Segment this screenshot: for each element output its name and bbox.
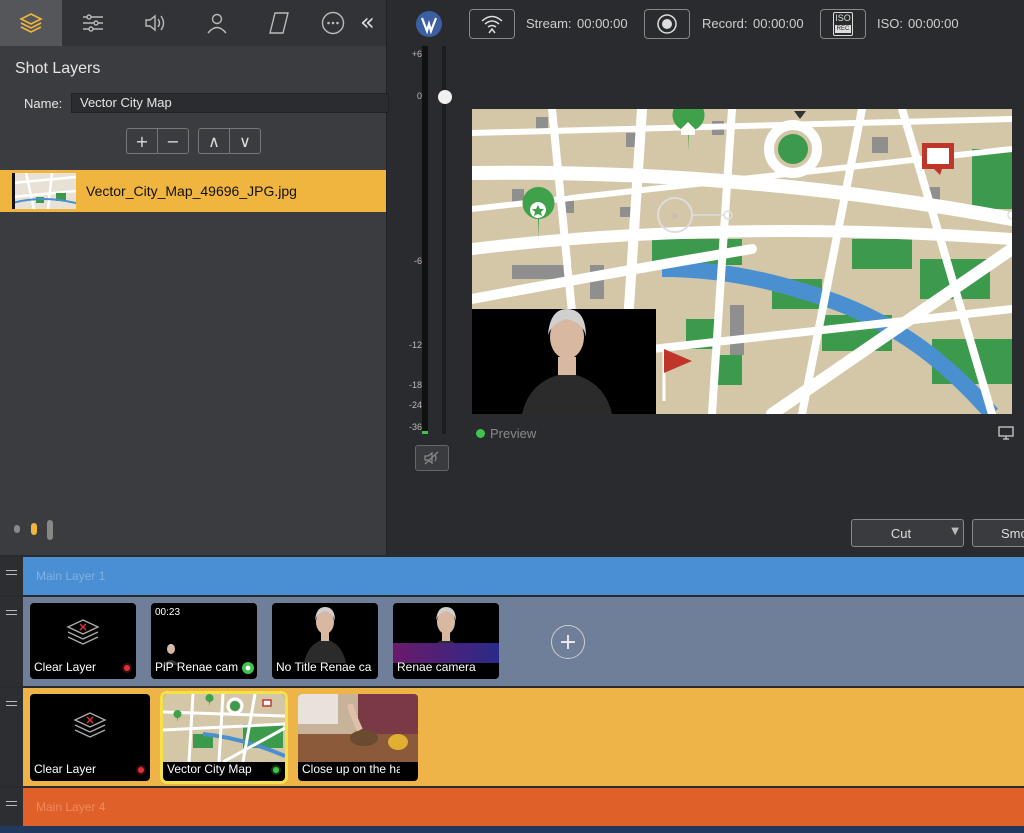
iso-label: ISO: [877,16,904,31]
iso-rec-icon: ISO REC [833,12,853,36]
record-label: Record: [702,16,748,31]
clear-layer-icon [66,619,100,645]
audio-level-meter [422,46,428,434]
cut-label: Cut [890,526,912,541]
reorder-group: ∧ ∨ [198,128,261,154]
shot-card-caption: Clear Layer [34,660,97,674]
dropdown-arrow-icon[interactable]: ▼ [951,526,959,537]
meter-tick: -18 [408,380,422,390]
page-dot[interactable] [14,525,20,533]
shot-card-caption: Close up on the har [302,762,400,776]
add-shot-button[interactable]: + [551,625,585,659]
speaker-icon[interactable] [124,0,186,46]
stream-timer: 00:00:00 [577,16,628,31]
page-dot-active[interactable] [31,523,37,535]
add-remove-group: + − [126,128,189,154]
cooking-thumbnail [298,694,418,762]
iso-record-button[interactable]: ISO REC [820,9,866,39]
stream-button[interactable] [469,9,515,39]
shot-card-caption: No Title Renae ca [276,660,372,674]
iso-badge-bottom: REC [835,25,851,33]
cut-transition-button[interactable]: Cut ▼ [851,519,964,547]
drag-handle-icon[interactable] [0,688,23,786]
move-down-button[interactable]: ∨ [229,129,260,153]
preview-canvas[interactable]: × [472,109,1012,414]
layer-3-band [0,688,1024,786]
person-icon[interactable] [186,0,248,46]
shot-layers-icon[interactable] [0,0,62,46]
volume-fader-knob[interactable] [438,90,452,104]
shot-card-caption: PiP Renae cam [155,660,239,674]
volume-fader-track[interactable] [442,46,446,434]
shot-card-caption: Clear Layer [34,762,97,776]
layer-title: Main Layer 4 [36,800,106,814]
smooth-transition-button[interactable]: Smo [972,519,1024,547]
drag-handle-icon[interactable] [0,597,23,686]
monitor-icon[interactable] [998,426,1014,445]
preview-live-dot [476,429,485,438]
shot-duration: 00:23 [155,607,181,618]
record-button[interactable] [644,9,690,39]
svg-text:×: × [671,211,679,222]
shot-layers-panel: « Shot Layers Name: Vector City Map + − … [0,0,389,555]
add-layer-button[interactable]: + [127,129,157,153]
broadcast-icon [481,15,503,34]
shot-card-clear-layer[interactable]: Clear Layer [30,694,150,781]
mute-button[interactable] [415,445,449,471]
layer-title: Main Layer 1 [36,569,106,583]
name-field[interactable]: Vector City Map [71,93,389,113]
pip-camera-overlay [472,309,656,414]
shot-card-caption: Renae camera [397,660,476,674]
more-icon[interactable] [302,0,364,46]
main-layer-4-band[interactable]: Main Layer 4 [0,788,1024,826]
speaker-muted-icon [424,451,439,465]
name-label: Name: [24,96,63,111]
layer-thumbnail [12,173,76,209]
top-toolbar: Stream: 00:00:00 Record: 00:00:00 ISO RE… [387,0,1024,46]
record-timer: 00:00:00 [753,16,804,31]
city-map-image: × [472,109,1012,414]
gear-icon[interactable] [241,661,255,675]
record-icon [657,14,677,34]
parallelogram-icon[interactable] [248,0,310,46]
layer-5-band [0,826,1024,833]
status-dot [124,665,130,671]
drag-handle-icon[interactable] [0,557,23,595]
shot-card-pip-renae[interactable]: 00:23 PiP Renae cam [151,603,257,679]
panel-title: Shot Layers [15,60,101,77]
remove-layer-button[interactable]: − [157,129,188,153]
layer-file-name: Vector_City_Map_49696_JPG.jpg [86,183,297,199]
move-up-button[interactable]: ∧ [199,129,229,153]
renae-thumbnail [304,607,346,663]
sliders-icon[interactable] [62,0,124,46]
smooth-label: Smo [1001,526,1024,541]
shot-layer-item[interactable]: Vector_City_Map_49696_JPG.jpg [0,170,386,212]
city-map-thumbnail [163,694,285,762]
audio-meter-scale: +6 0 -6 -12 -18 -24 -36 [398,46,422,436]
main-layer-1-band[interactable]: Main Layer 1 [0,557,1024,595]
iso-timer: 00:00:00 [908,16,959,31]
wirecast-logo [416,11,442,37]
meter-tick: -6 [413,256,422,266]
shot-card-clear-layer[interactable]: Clear Layer [30,603,136,679]
meter-tick: -24 [408,400,422,410]
iso-badge-top: ISO [835,13,851,23]
panel-tabs: « [0,0,386,46]
shot-card-vector-city-map[interactable]: Vector City Map [163,694,285,781]
meter-tick: -36 [408,422,422,432]
live-dot [273,767,279,773]
meter-tick: -12 [408,340,422,350]
stream-label: Stream: [526,16,572,31]
clear-layer-icon [73,712,107,738]
page-dot[interactable] [47,520,53,540]
meter-tick: +6 [411,49,422,59]
collapse-panel-icon[interactable]: « [360,8,375,36]
preview-label: Preview [490,426,537,441]
status-dot [138,767,144,773]
shot-card-caption: Vector City Map [167,762,252,776]
shot-card-close-up-hands[interactable]: Close up on the har [298,694,418,781]
shot-card-no-title-renae[interactable]: No Title Renae ca [272,603,378,679]
shot-card-renae-camera[interactable]: Renae camera [393,603,499,679]
drag-handle-icon[interactable] [0,788,23,826]
